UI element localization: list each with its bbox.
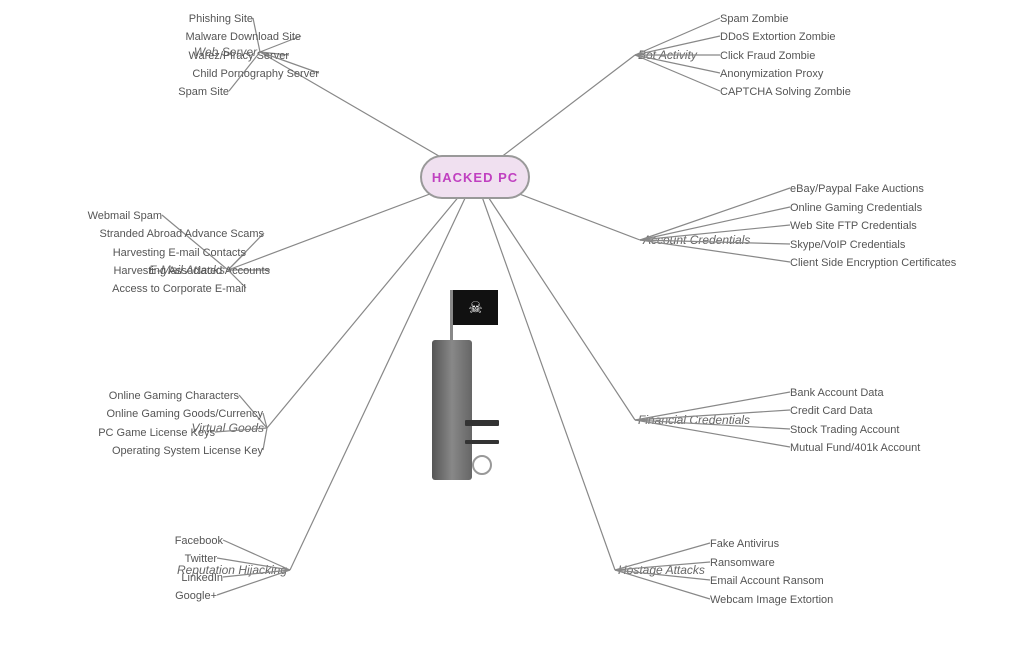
svg-text:Email Account Ransom: Email Account Ransom bbox=[710, 575, 824, 587]
svg-text:Mutual Fund/401k Account: Mutual Fund/401k Account bbox=[790, 442, 920, 454]
pc-tower bbox=[432, 340, 472, 480]
pc-drive-1 bbox=[465, 420, 499, 426]
svg-text:Warez/Piracy Server: Warez/Piracy Server bbox=[189, 50, 290, 62]
svg-text:Phishing Site: Phishing Site bbox=[189, 13, 253, 25]
svg-text:Operating System License Key: Operating System License Key bbox=[112, 445, 264, 457]
svg-text:Bank Account Data: Bank Account Data bbox=[790, 387, 884, 399]
svg-text:Malware Download Site: Malware Download Site bbox=[185, 31, 301, 43]
svg-text:Access to Corporate E-mail: Access to Corporate E-mail bbox=[112, 283, 246, 295]
svg-text:PC Game License Keys: PC Game License Keys bbox=[98, 427, 215, 439]
svg-text:Ransomware: Ransomware bbox=[710, 557, 775, 569]
svg-text:Online Gaming Characters: Online Gaming Characters bbox=[109, 390, 240, 402]
svg-text:Spam Zombie: Spam Zombie bbox=[720, 13, 788, 25]
svg-text:Online Gaming Goods/Currency: Online Gaming Goods/Currency bbox=[106, 408, 263, 420]
svg-text:eBay/Paypal Fake Auctions: eBay/Paypal Fake Auctions bbox=[790, 183, 924, 195]
svg-text:Stock Trading Account: Stock Trading Account bbox=[790, 424, 899, 436]
pc-image: ☠ bbox=[402, 290, 502, 490]
svg-text:Webcam Image Extortion: Webcam Image Extortion bbox=[710, 594, 833, 606]
svg-text:Harvesting Associated Accounts: Harvesting Associated Accounts bbox=[113, 265, 270, 277]
svg-text:Twitter: Twitter bbox=[185, 553, 218, 565]
svg-text:DDoS Extortion Zombie: DDoS Extortion Zombie bbox=[720, 31, 836, 43]
svg-text:Skype/VoIP Credentials: Skype/VoIP Credentials bbox=[790, 239, 906, 251]
svg-text:Click Fraud Zombie: Click Fraud Zombie bbox=[720, 50, 815, 62]
svg-text:CAPTCHA Solving Zombie: CAPTCHA Solving Zombie bbox=[720, 86, 851, 98]
svg-text:Webmail Spam: Webmail Spam bbox=[88, 210, 162, 222]
svg-text:Spam Site: Spam Site bbox=[178, 86, 229, 98]
svg-text:Client Side Encryption Certifi: Client Side Encryption Certificates bbox=[790, 257, 957, 269]
svg-text:Credit Card Data: Credit Card Data bbox=[790, 405, 873, 417]
svg-text:Stranded Abroad Advance Scams: Stranded Abroad Advance Scams bbox=[100, 228, 265, 240]
svg-text:Online Gaming Credentials: Online Gaming Credentials bbox=[790, 202, 923, 214]
center-node: HACKED PC bbox=[420, 155, 530, 199]
svg-text:Google+: Google+ bbox=[175, 590, 217, 602]
svg-text:Facebook: Facebook bbox=[175, 535, 224, 547]
svg-text:Child Pornography Server: Child Pornography Server bbox=[192, 68, 319, 80]
svg-text:Fake Antivirus: Fake Antivirus bbox=[710, 538, 780, 550]
svg-text:Anonymization Proxy: Anonymization Proxy bbox=[720, 68, 824, 80]
skull-icon: ☠ bbox=[468, 298, 482, 318]
svg-text:Financial Credentials: Financial Credentials bbox=[638, 413, 750, 427]
center-label: HACKED PC bbox=[432, 170, 518, 185]
flag-body: ☠ bbox=[453, 290, 498, 325]
pc-logo bbox=[472, 455, 492, 475]
pc-drive-2 bbox=[465, 440, 499, 444]
svg-text:Harvesting E-mail Contacts: Harvesting E-mail Contacts bbox=[113, 247, 247, 259]
svg-text:LinkedIn: LinkedIn bbox=[181, 572, 223, 584]
svg-text:Web Site FTP Credentials: Web Site FTP Credentials bbox=[790, 220, 917, 232]
